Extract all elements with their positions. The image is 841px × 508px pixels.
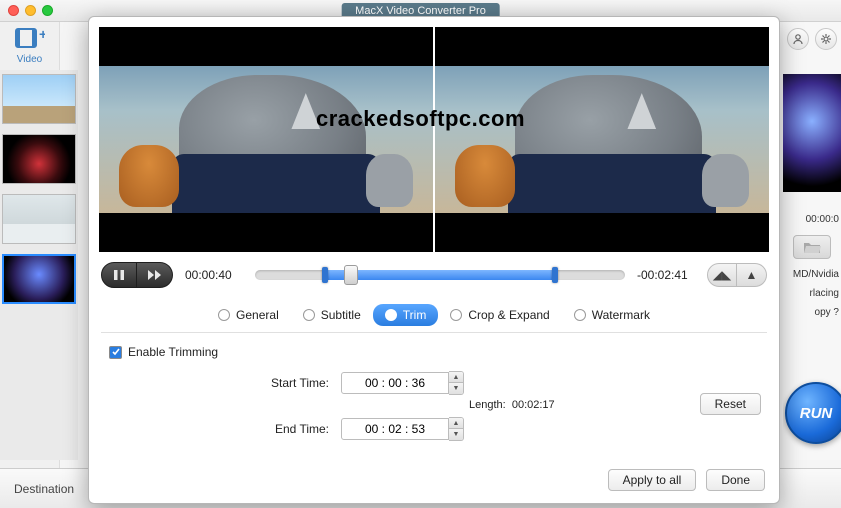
- preview-timecode: 00:00:0: [783, 210, 841, 229]
- done-button[interactable]: Done: [706, 469, 765, 491]
- preview-left: [99, 27, 433, 252]
- thumbnail-item[interactable]: [2, 194, 76, 244]
- playback-controls: 00:00:40 -00:02:41 ◢◣ ▲: [89, 258, 779, 298]
- settings-icon[interactable]: [815, 28, 837, 50]
- safecopy-label: opy ?: [783, 303, 841, 322]
- tab-trim[interactable]: Trim: [373, 304, 439, 326]
- step-down-icon[interactable]: ▼: [449, 383, 463, 394]
- tab-label: Subtitle: [321, 308, 361, 322]
- enable-trimming-checkbox[interactable]: [109, 346, 122, 359]
- thumbnail-item[interactable]: [2, 74, 76, 124]
- trim-end-handle[interactable]: [552, 267, 558, 283]
- tab-general[interactable]: General: [206, 304, 291, 326]
- playhead[interactable]: [344, 265, 358, 285]
- enable-trimming-label: Enable Trimming: [128, 345, 218, 359]
- trim-form: Enable Trimming Start Time: ▲▼ Length: 0…: [101, 332, 767, 459]
- start-time-input[interactable]: [341, 372, 449, 394]
- remaining-time: -00:02:41: [637, 268, 695, 282]
- add-video-label: Video: [0, 54, 59, 65]
- website-watermark: crackedsoftpc.com: [316, 106, 525, 132]
- tab-label: Watermark: [592, 308, 650, 322]
- end-time-stepper[interactable]: ▲▼: [449, 417, 464, 441]
- svg-text:+: +: [39, 26, 45, 42]
- reset-button[interactable]: Reset: [700, 393, 761, 415]
- deinterlacing-label: rlacing: [783, 284, 841, 303]
- apply-to-all-button[interactable]: Apply to all: [608, 469, 697, 491]
- thumbnail-list: [0, 70, 78, 460]
- tab-crop-expand[interactable]: Crop & Expand: [438, 304, 561, 326]
- modal-footer: Apply to all Done: [89, 459, 779, 503]
- end-time-input[interactable]: [341, 418, 449, 440]
- preview-right: [435, 27, 769, 252]
- tab-label: General: [236, 308, 279, 322]
- edit-tabs: General Subtitle Trim Crop & Expand Wate…: [89, 298, 779, 328]
- maximize-button[interactable]: [42, 5, 53, 16]
- browse-folder-icon[interactable]: [793, 235, 831, 259]
- tab-subtitle[interactable]: Subtitle: [291, 304, 373, 326]
- right-panel: 00:00:0 MD/Nvidia rlacing opy ? RUN: [783, 22, 841, 460]
- length-label: Length:: [469, 399, 506, 411]
- edit-modal: 00:00:40 -00:02:41 ◢◣ ▲ General Subtitle…: [88, 16, 780, 504]
- tab-label: Crop & Expand: [468, 308, 549, 322]
- trim-scrubber[interactable]: [255, 262, 625, 288]
- minimize-button[interactable]: [25, 5, 36, 16]
- flip-vertical-icon[interactable]: ▲: [737, 263, 767, 287]
- close-button[interactable]: [8, 5, 19, 16]
- current-time: 00:00:40: [185, 268, 243, 282]
- step-up-icon[interactable]: ▲: [449, 372, 463, 383]
- run-button[interactable]: RUN: [785, 382, 841, 444]
- tab-label: Trim: [403, 308, 427, 322]
- thumbnail-item[interactable]: [2, 134, 76, 184]
- flip-horizontal-icon[interactable]: ◢◣: [707, 263, 737, 287]
- start-time-stepper[interactable]: ▲▼: [449, 371, 464, 395]
- preview-thumbnail: [783, 74, 841, 192]
- step-down-icon[interactable]: ▼: [449, 429, 463, 440]
- preview-split: [89, 17, 779, 258]
- pause-button[interactable]: [101, 262, 137, 288]
- trim-start-handle[interactable]: [322, 267, 328, 283]
- tab-watermark[interactable]: Watermark: [562, 304, 662, 326]
- traffic-lights: [8, 5, 53, 16]
- thumbnail-item-selected[interactable]: [2, 254, 76, 304]
- length-value: 00:02:17: [512, 399, 555, 411]
- account-icon[interactable]: [787, 28, 809, 50]
- fast-forward-button[interactable]: [137, 262, 173, 288]
- end-time-label: End Time:: [249, 422, 329, 436]
- add-video-icon[interactable]: +: [15, 26, 45, 52]
- destination-label: Destination: [14, 482, 74, 496]
- hw-accel-label: MD/Nvidia: [783, 265, 841, 284]
- start-time-label: Start Time:: [249, 376, 329, 390]
- step-up-icon[interactable]: ▲: [449, 418, 463, 429]
